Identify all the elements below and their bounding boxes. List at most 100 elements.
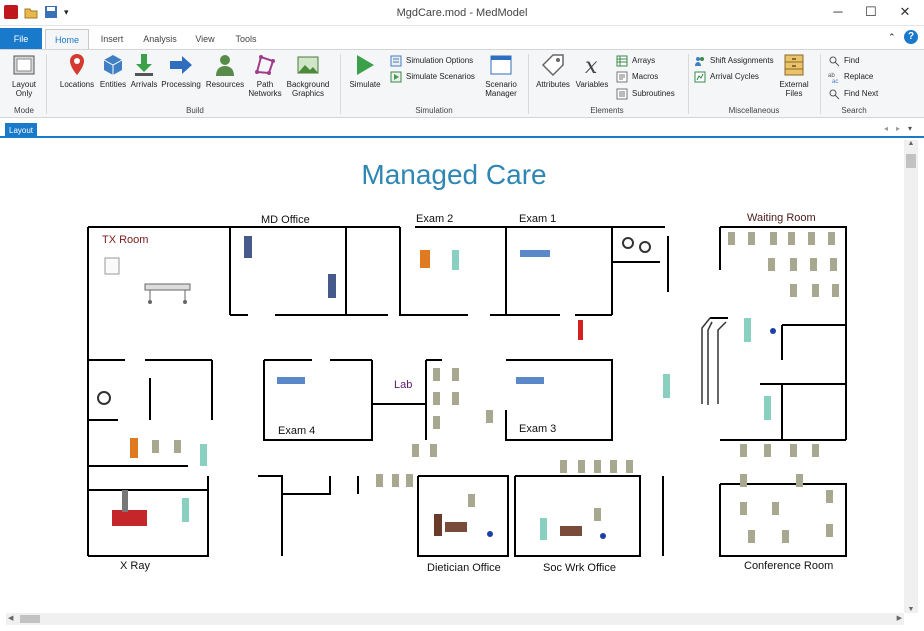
separator	[340, 54, 341, 114]
find-next-button[interactable]: Find Next	[828, 87, 878, 101]
scroll-thumb[interactable]	[20, 615, 40, 623]
variable-x-icon: x	[585, 54, 598, 78]
tab-view[interactable]: View	[188, 29, 222, 49]
chair-icon	[728, 232, 735, 245]
shift-assignments-button[interactable]: Shift Assignments	[694, 54, 774, 68]
simulate-scenarios-label: Simulate Scenarios	[406, 72, 475, 81]
arrivals-label: Arrivals	[130, 80, 158, 89]
chair-icon	[433, 392, 440, 405]
find-button[interactable]: Find	[828, 54, 860, 68]
horizontal-scrollbar[interactable]: ◀ ▶	[6, 613, 904, 625]
scenario-manager-label: Scenario Manager	[485, 80, 517, 98]
macros-label: Macros	[632, 72, 659, 81]
tab-analysis[interactable]: Analysis	[137, 29, 183, 49]
ribbon-collapse-icon[interactable]: ⌃	[888, 32, 896, 43]
help-icon[interactable]: ?	[904, 30, 918, 44]
arrival-arrow-icon	[135, 54, 153, 76]
path-networks-button[interactable]: Path Networks	[246, 52, 284, 98]
scenario-manager-button[interactable]: Scenario Manager	[480, 52, 522, 98]
file-cabinet-icon	[784, 54, 804, 76]
room-label-soc-wrk: Soc Wrk Office	[543, 562, 616, 574]
chair-icon	[452, 392, 459, 405]
arrays-icon	[616, 55, 628, 67]
entities-label: Entities	[99, 80, 127, 89]
reception-desk	[701, 317, 727, 405]
subroutines-icon	[616, 88, 628, 100]
tab-scroll-right-icon[interactable]: ▸	[896, 124, 900, 133]
tab-list-icon[interactable]: ▾	[908, 124, 912, 133]
layout-only-button[interactable]: Layout Only	[6, 52, 42, 98]
room-label-exam4: Exam 4	[278, 425, 315, 437]
layout-title: Managed Care	[361, 159, 546, 190]
entities-button[interactable]: Entities	[96, 52, 130, 89]
chair-icon	[748, 232, 755, 245]
variables-button[interactable]: x Variables	[574, 52, 610, 89]
simulation-options-label: Simulation Options	[406, 56, 474, 65]
scroll-right-icon[interactable]: ▶	[897, 614, 902, 622]
play-icon	[357, 55, 374, 75]
background-graphics-button[interactable]: Background Graphics	[284, 52, 332, 98]
replace-button[interactable]: ab ac Replace	[828, 70, 873, 84]
arrival-cycles-icon	[694, 71, 706, 83]
tab-file[interactable]: File	[0, 28, 42, 50]
maximize-button[interactable]: ☐	[859, 3, 883, 21]
processing-button[interactable]: Processing	[160, 52, 202, 89]
ribbon-tabs: File Home Insert Analysis View Tools ⌃ ?	[0, 26, 924, 50]
simulate-scenarios-button[interactable]: Simulate Scenarios	[390, 70, 475, 84]
tab-layout[interactable]: Layout	[5, 123, 38, 138]
tab-scroll-left-icon[interactable]: ◂	[884, 124, 888, 133]
chair-icon	[790, 258, 797, 271]
scroll-left-icon[interactable]: ◀	[8, 614, 13, 622]
close-button[interactable]: ✕	[893, 3, 917, 21]
arrays-button[interactable]: Arrays	[616, 54, 655, 68]
resources-button[interactable]: Resources	[204, 52, 246, 89]
simulation-options-button[interactable]: Simulation Options	[390, 54, 473, 68]
chair-icon	[782, 530, 789, 543]
arrival-cycles-label: Arrival Cycles	[710, 72, 759, 81]
separator	[688, 54, 689, 114]
path-networks-label: Path Networks	[248, 80, 282, 98]
chair-icon	[626, 460, 633, 473]
simulate-button[interactable]: Simulate	[346, 52, 384, 89]
scroll-thumb[interactable]	[906, 154, 916, 168]
exam-table-icon	[277, 250, 550, 384]
tab-home[interactable]: Home	[45, 29, 89, 49]
background-graphics-label: Background Graphics	[286, 80, 330, 98]
find-next-label: Find Next	[844, 89, 879, 98]
tab-insert[interactable]: Insert	[92, 29, 132, 49]
chair-icon	[770, 232, 777, 245]
replace-label: Replace	[844, 72, 874, 81]
wheelchair-icon	[97, 237, 651, 405]
group-build-label: Build	[186, 106, 204, 115]
chair-icon	[740, 474, 747, 487]
attributes-button[interactable]: Attributes	[534, 52, 572, 89]
resources-label: Resources	[205, 80, 245, 89]
external-files-button[interactable]: External Files	[776, 52, 812, 98]
macros-button[interactable]: Macros	[616, 70, 658, 84]
minimize-button[interactable]: ─	[826, 3, 850, 21]
chair-icon	[433, 416, 440, 429]
window-title: MgdCare.mod - MedModel	[396, 7, 528, 19]
arrivals-button[interactable]: Arrivals	[128, 52, 160, 89]
scroll-down-icon[interactable]: ▼	[904, 606, 918, 613]
subroutines-button[interactable]: Subroutines	[616, 87, 675, 101]
scroll-up-icon[interactable]: ▲	[904, 140, 918, 147]
shift-icon	[695, 57, 704, 66]
room-label-exam2: Exam 2	[416, 213, 453, 225]
chair-icon	[406, 474, 413, 487]
nurse-icon	[182, 250, 771, 540]
tab-tools[interactable]: Tools	[228, 29, 264, 49]
layout-canvas[interactable]: Managed Care TX Room MD Office Exam 2 Ex…	[6, 140, 904, 613]
vertical-scrollbar[interactable]: ▲ ▼	[904, 140, 918, 613]
room-label-lab: Lab	[394, 379, 412, 391]
tag-icon	[541, 54, 564, 77]
arrival-cycles-button[interactable]: Arrival Cycles	[694, 70, 759, 84]
resource-person-icon	[216, 55, 234, 76]
path-network-icon	[255, 55, 275, 75]
layout-only-icon	[13, 55, 35, 75]
chair-icon	[764, 444, 771, 457]
locations-button[interactable]: Locations	[58, 52, 96, 89]
xray-machine-icon	[112, 490, 147, 526]
background-graphics-icon	[297, 56, 319, 74]
chair-icon	[812, 284, 819, 297]
